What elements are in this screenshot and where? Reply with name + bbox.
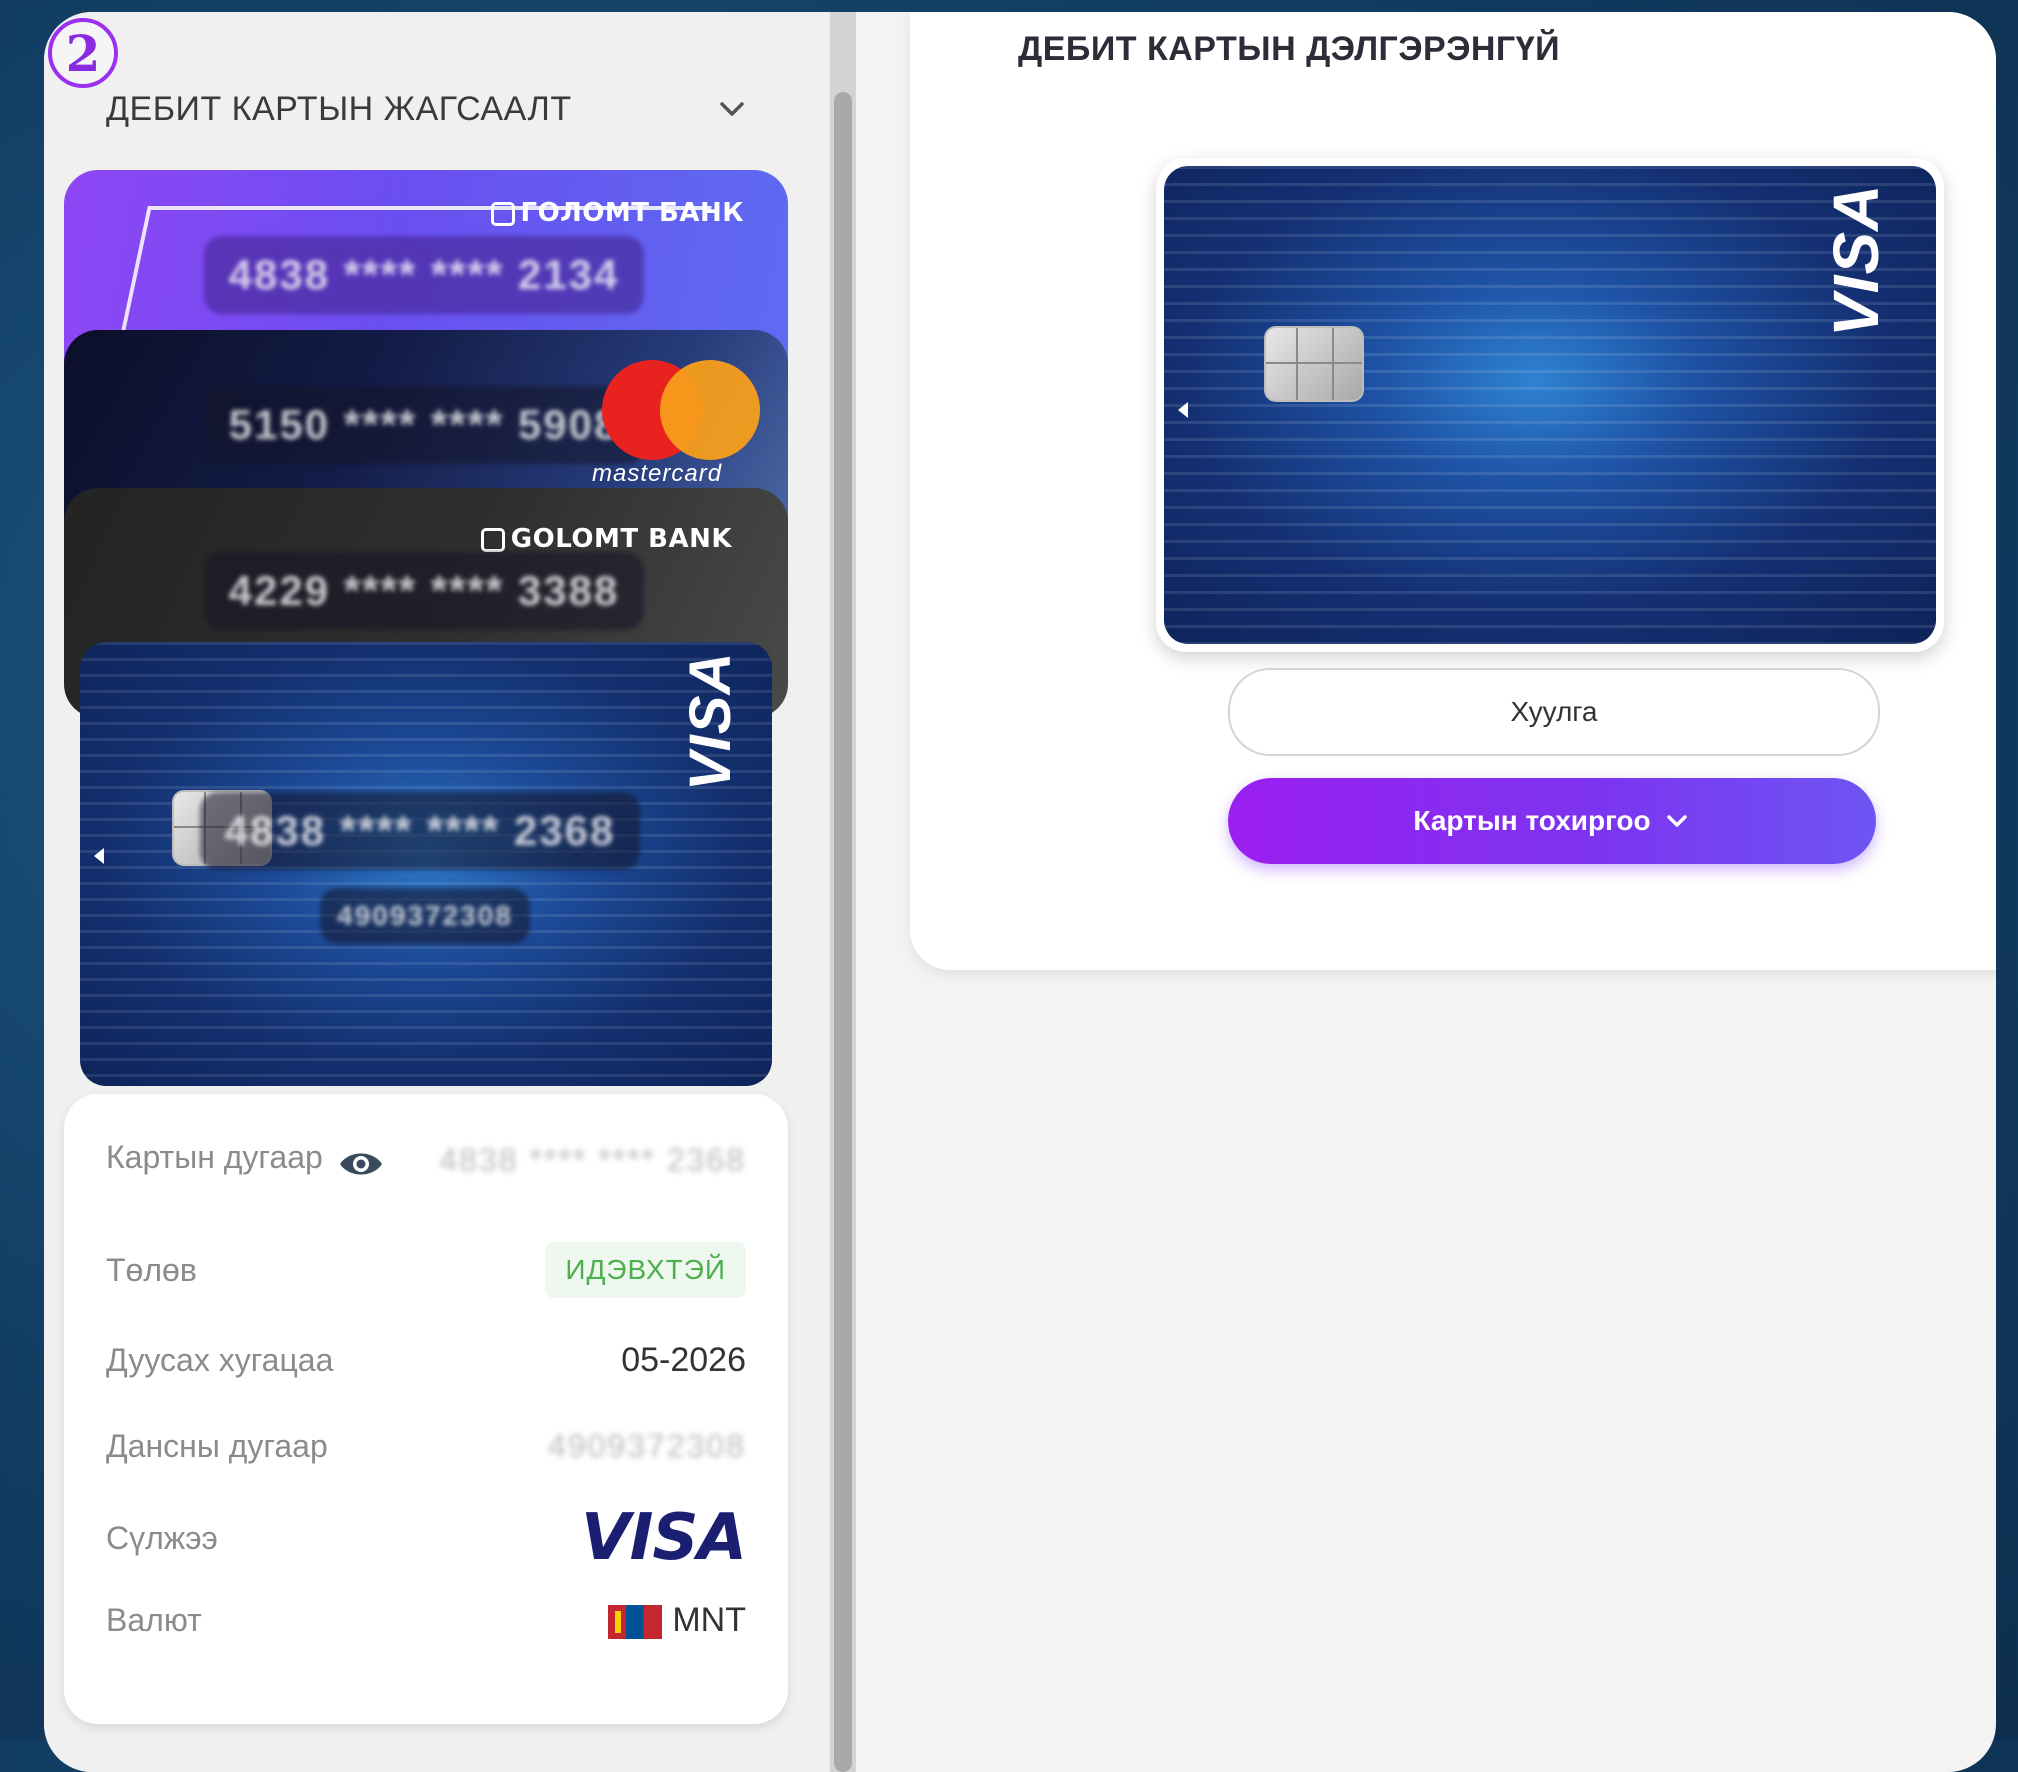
- bank-name: ГОЛОМТ БАНК: [520, 198, 744, 228]
- row-currency: Валют MNT: [106, 1590, 746, 1650]
- chevron-down-icon: [1666, 815, 1687, 827]
- account-label: Дансны дугаар: [106, 1427, 328, 1464]
- currency-value: MNT: [672, 1600, 746, 1639]
- currency-value-group: MNT: [608, 1601, 746, 1640]
- bank-logo: GOLOMT BANK: [480, 524, 732, 554]
- bank-name: GOLOMT BANK: [510, 524, 732, 554]
- currency-label: Валют: [106, 1601, 202, 1638]
- card-list-panel: 2 ДЕБИТ КАРТЫН ЖАГСААЛТ ГОЛОМТ БАНК 4838…: [44, 12, 834, 1772]
- masked-card-number: 4838 **** **** 2134: [204, 236, 644, 314]
- network-name: mastercard: [592, 460, 723, 487]
- app-frame: 2 ДЕБИТ КАРТЫН ЖАГСААЛТ ГОЛОМТ БАНК 4838…: [44, 12, 1996, 1772]
- card-number-label: Картын дугаар: [106, 1139, 323, 1176]
- golomt-logo-icon: [490, 201, 515, 226]
- row-network: Сүлжээ VISA: [106, 1498, 747, 1578]
- arrow-left-icon: [94, 848, 104, 864]
- visa-logo: VISA: [1820, 183, 1892, 337]
- bank-logo: ГОЛОМТ БАНК: [490, 198, 744, 228]
- row-account: Дансны дугаар 4909372308: [106, 1416, 746, 1476]
- row-expiry: Дуусах хугацаа 05-2026: [106, 1330, 746, 1390]
- masked-account-number: 4909372308: [320, 888, 530, 944]
- arrow-left-icon: [1178, 402, 1188, 418]
- card-settings-button[interactable]: Картын тохиргоо: [1228, 778, 1876, 864]
- card-number-value: 4838 **** **** 2368: [439, 1141, 746, 1178]
- card-settings-label: Картын тохиргоо: [1413, 805, 1651, 836]
- mastercard-logo-icon: mastercard: [592, 360, 762, 487]
- card-visa-selected[interactable]: VISA 4838 **** **** 2368 4909372308: [80, 642, 772, 1086]
- scrollbar-thumb[interactable]: [834, 92, 852, 1772]
- mongolia-flag-icon: [608, 1604, 663, 1639]
- account-value: 4909372308: [548, 1427, 746, 1464]
- masked-card-number: 5150 **** **** 5908: [204, 386, 644, 464]
- chip-icon: [1264, 326, 1364, 402]
- masked-card-number: 4229 **** **** 3388: [204, 552, 644, 630]
- card-details-box: Картын дугаар 4838 **** **** 2368 Төлөв …: [64, 1094, 788, 1724]
- card-detail-panel: ДЕБИТ КАРТЫН ДЭЛГЭРЭНГҮЙ VISA Хуулга Кар…: [910, 12, 1996, 970]
- detail-title: ДЕБИТ КАРТЫН ДЭЛГЭРЭНГҮЙ: [1018, 30, 1561, 68]
- statement-button[interactable]: Хуулга: [1228, 668, 1880, 756]
- scrollbar[interactable]: [830, 12, 856, 1772]
- card-number-label-group: Картын дугаар: [106, 1139, 385, 1181]
- masked-card-number: 4838 **** **** 2368: [200, 792, 640, 870]
- visa-logo: VISA: [581, 1501, 747, 1575]
- row-status: Төлөв ИДЭВХТЭЙ: [106, 1240, 746, 1300]
- step-badge: 2: [48, 18, 118, 88]
- row-card-number: Картын дугаар 4838 **** **** 2368: [106, 1130, 746, 1190]
- visa-logo: VISA: [678, 651, 743, 791]
- expiry-label: Дуусах хугацаа: [106, 1341, 334, 1378]
- expiry-value: 05-2026: [621, 1340, 746, 1379]
- golomt-logo-icon: [480, 527, 505, 552]
- chevron-down-icon[interactable]: [712, 90, 752, 130]
- network-label: Сүлжээ: [106, 1519, 218, 1556]
- eye-icon[interactable]: [337, 1147, 385, 1181]
- status-label: Төлөв: [106, 1251, 197, 1288]
- status-badge: ИДЭВХТЭЙ: [545, 1242, 746, 1298]
- card-list-title: ДЕБИТ КАРТЫН ЖАГСААЛТ: [106, 90, 572, 128]
- visa-card-image: VISA: [1164, 166, 1936, 644]
- selected-card-preview: VISA: [1156, 158, 1944, 652]
